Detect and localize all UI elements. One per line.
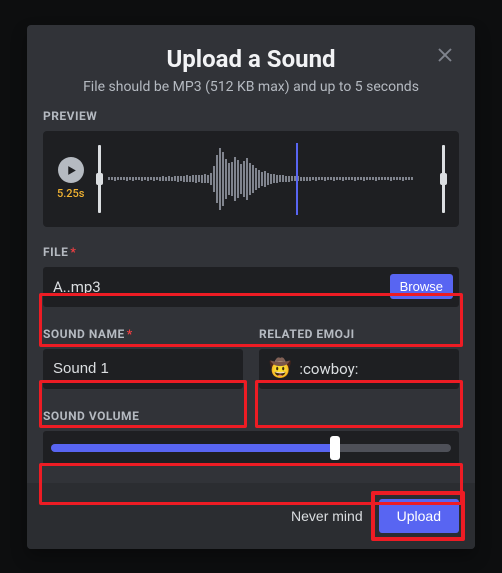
modal-subtitle: File should be MP3 (512 KB max) and up t… bbox=[43, 79, 459, 95]
close-button[interactable] bbox=[433, 43, 457, 67]
upload-sound-modal: Upload a Sound File should be MP3 (512 K… bbox=[27, 25, 475, 549]
annotation-highlight bbox=[39, 380, 247, 428]
preview-box: 5.25s bbox=[43, 131, 459, 227]
annotation-highlight bbox=[255, 380, 463, 428]
annotation-highlight bbox=[39, 293, 463, 347]
play-button[interactable] bbox=[58, 157, 84, 183]
close-icon bbox=[435, 45, 455, 65]
slider-thumb[interactable] bbox=[330, 436, 340, 460]
cowboy-emoji-icon: 🤠 bbox=[269, 358, 291, 379]
modal-title: Upload a Sound bbox=[43, 45, 459, 73]
slider-track bbox=[51, 444, 451, 452]
playhead[interactable] bbox=[296, 143, 298, 215]
play-icon bbox=[65, 164, 78, 177]
emoji-value: :cowboy: bbox=[299, 360, 358, 378]
file-label: FILE* bbox=[43, 245, 459, 259]
slider-fill bbox=[51, 444, 335, 452]
trim-end-handle[interactable] bbox=[442, 145, 445, 213]
volume-slider[interactable] bbox=[43, 431, 459, 465]
duration-text: 5.25s bbox=[57, 187, 84, 200]
preview-label: PREVIEW bbox=[43, 109, 459, 123]
trim-start-handle[interactable] bbox=[98, 145, 101, 213]
waveform-area[interactable] bbox=[98, 141, 445, 217]
annotation-highlight bbox=[39, 463, 463, 505]
modal-header: Upload a Sound File should be MP3 (512 K… bbox=[43, 41, 459, 109]
cancel-button[interactable]: Never mind bbox=[291, 508, 363, 524]
waveform bbox=[108, 141, 435, 217]
